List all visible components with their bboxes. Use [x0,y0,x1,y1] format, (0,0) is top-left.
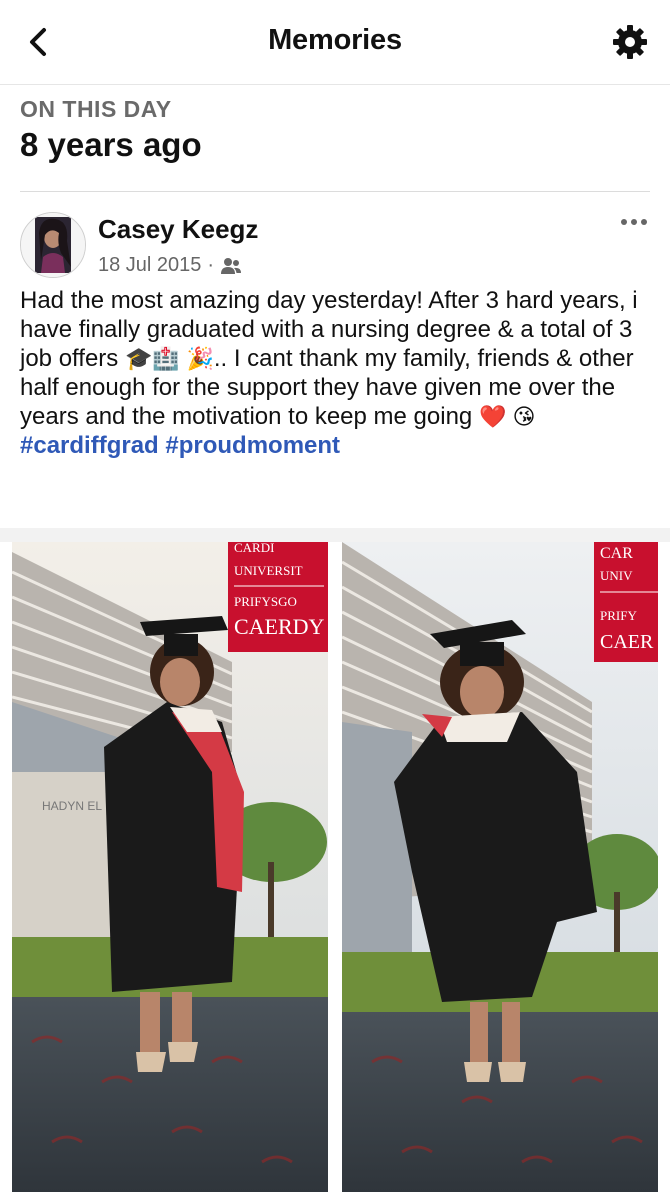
post-text: Had the most amazing day yesterday! Afte… [20,286,656,460]
profile-photo [21,213,85,277]
years-ago-heading: 8 years ago [20,126,202,163]
divider [20,191,650,192]
post-meta: 18 Jul 2015 · [98,254,242,277]
meta-separator: · [207,254,215,276]
banner-line-4: CAER [600,631,654,653]
more-dots-icon [621,219,647,225]
banner-line-3: PRIFYSGO [234,594,297,609]
hashtag-cardiffgrad[interactable]: #cardiffgrad [20,432,159,459]
emoji-party-popper: 🎉 [186,346,214,371]
on-this-day-label: ON THIS DAY [20,96,172,122]
building-sign-text: HADYN EL [42,799,102,813]
section-separator [0,528,670,542]
graduation-photo-2[interactable]: CAR UNIV PRIFY CAER [342,542,658,1192]
banner-line-2: UNIV [600,568,633,583]
avatar[interactable] [20,212,86,278]
friends-icon [221,257,242,274]
gear-icon [613,25,647,59]
nav-bar: Memories [0,0,670,85]
settings-button[interactable] [610,22,650,62]
hashtag-proudmoment[interactable]: #proudmoment [165,432,340,459]
emoji-graduation-hospital: 🎓🏥 [124,346,180,371]
page-title: Memories [268,24,402,56]
banner-line-1: CARDI [234,542,274,555]
more-options-button[interactable] [618,212,650,232]
graduation-photo-1[interactable]: HADYN EL CARDI UNIVERSIT PRIFYSGO CAERDY [12,542,328,1192]
banner-line-2: UNIVERSIT [234,563,303,578]
banner-line-1: CAR [600,545,633,562]
banner-line-3: PRIFY [600,608,637,623]
emoji-heart-kiss: ❤️ 😘 [478,404,536,429]
banner-line-4: CAERDY [234,614,325,639]
post-date[interactable]: 18 Jul 2015 [98,254,201,277]
post-author[interactable]: Casey Keegz [98,214,258,245]
